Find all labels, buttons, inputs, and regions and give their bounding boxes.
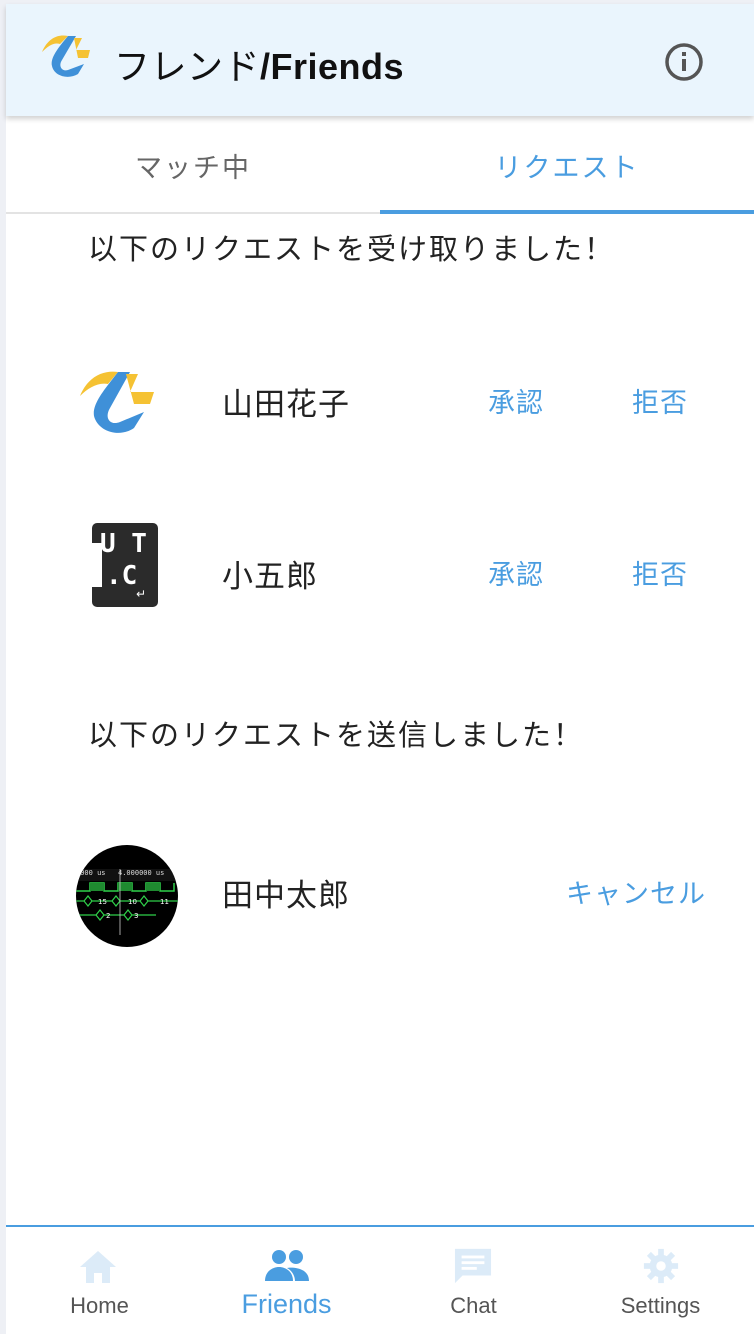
- requester-name: 山田花子: [222, 387, 350, 423]
- approve-button[interactable]: 承認: [488, 381, 544, 420]
- reject-button[interactable]: 拒否: [632, 381, 688, 420]
- keycap-notch: [92, 543, 102, 587]
- waveform-value-2: 10: [128, 898, 137, 906]
- tab-bar: マッチ中 リクエスト: [6, 116, 754, 214]
- waveform-value-3: 11: [160, 898, 169, 906]
- nav-friends-label: Friends: [241, 1289, 332, 1319]
- waveform-photo: 2000 us 4.000000 us 15 10 11 2 3: [76, 845, 178, 947]
- app-header: フレンド/Friends: [6, 4, 754, 116]
- timescale-label-1: 2000 us: [76, 869, 106, 877]
- app-logo-icon: [42, 35, 90, 77]
- app-frame: フレンド/Friends マッチ中 リクエスト 以下のリクエストを受け取りました…: [6, 4, 754, 1334]
- nav-home-label: Home: [70, 1293, 129, 1318]
- info-icon[interactable]: [662, 40, 706, 84]
- waveform-value-5: 3: [134, 912, 138, 920]
- keycap-bottom-text: .C: [106, 561, 138, 591]
- waveform-value-4: 2: [106, 912, 110, 920]
- gear-icon: [643, 1248, 679, 1284]
- home-icon: [80, 1251, 116, 1283]
- nav-settings-label: Settings: [620, 1293, 701, 1318]
- tab-requests[interactable]: リクエスト: [380, 116, 754, 214]
- nav-home[interactable]: Home: [6, 1227, 193, 1334]
- received-requests-heading: 以下のリクエストを受け取りました！: [88, 232, 616, 266]
- cancel-request-button[interactable]: キャンセル: [566, 872, 706, 911]
- page-title-jp: フレンド: [114, 47, 261, 88]
- received-request-row: U T .C ↵ 小五郎 承認 拒否: [6, 513, 754, 633]
- people-icon: [265, 1250, 309, 1281]
- nav-chat-label: Chat: [450, 1293, 497, 1318]
- bolt-logo-icon: [80, 371, 154, 433]
- sent-request-row: 2000 us 4.000000 us 15 10 11 2 3 田中太郎 キャ…: [6, 828, 754, 948]
- requester-name: 小五郎: [222, 559, 318, 595]
- tab-matching[interactable]: マッチ中: [6, 116, 380, 214]
- sent-requests-heading: 以下のリクエストを送信しました！: [88, 718, 585, 752]
- utc-keycap-icon: U T .C ↵: [92, 523, 158, 607]
- waveform-value-1: 15: [98, 898, 107, 906]
- bottom-navigation: Home Friends Chat Settings: [6, 1225, 754, 1334]
- active-tab-indicator: [380, 210, 754, 214]
- nav-friends[interactable]: Friends: [193, 1227, 380, 1334]
- page-title-en: /Friends: [260, 46, 405, 87]
- timescale-label-2: 4.000000 us: [118, 869, 164, 877]
- approve-button[interactable]: 承認: [488, 553, 544, 592]
- page-title: フレンド/Friends: [114, 38, 404, 90]
- reject-button[interactable]: 拒否: [632, 553, 688, 592]
- recipient-name: 田中太郎: [222, 878, 350, 914]
- nav-settings[interactable]: Settings: [567, 1227, 754, 1334]
- keycap-top-text: U T: [100, 529, 147, 559]
- chat-icon: [454, 1248, 492, 1284]
- enter-key-icon: ↵: [136, 587, 147, 601]
- nav-chat[interactable]: Chat: [380, 1227, 567, 1334]
- received-request-row: 山田花子 承認 拒否: [6, 341, 754, 461]
